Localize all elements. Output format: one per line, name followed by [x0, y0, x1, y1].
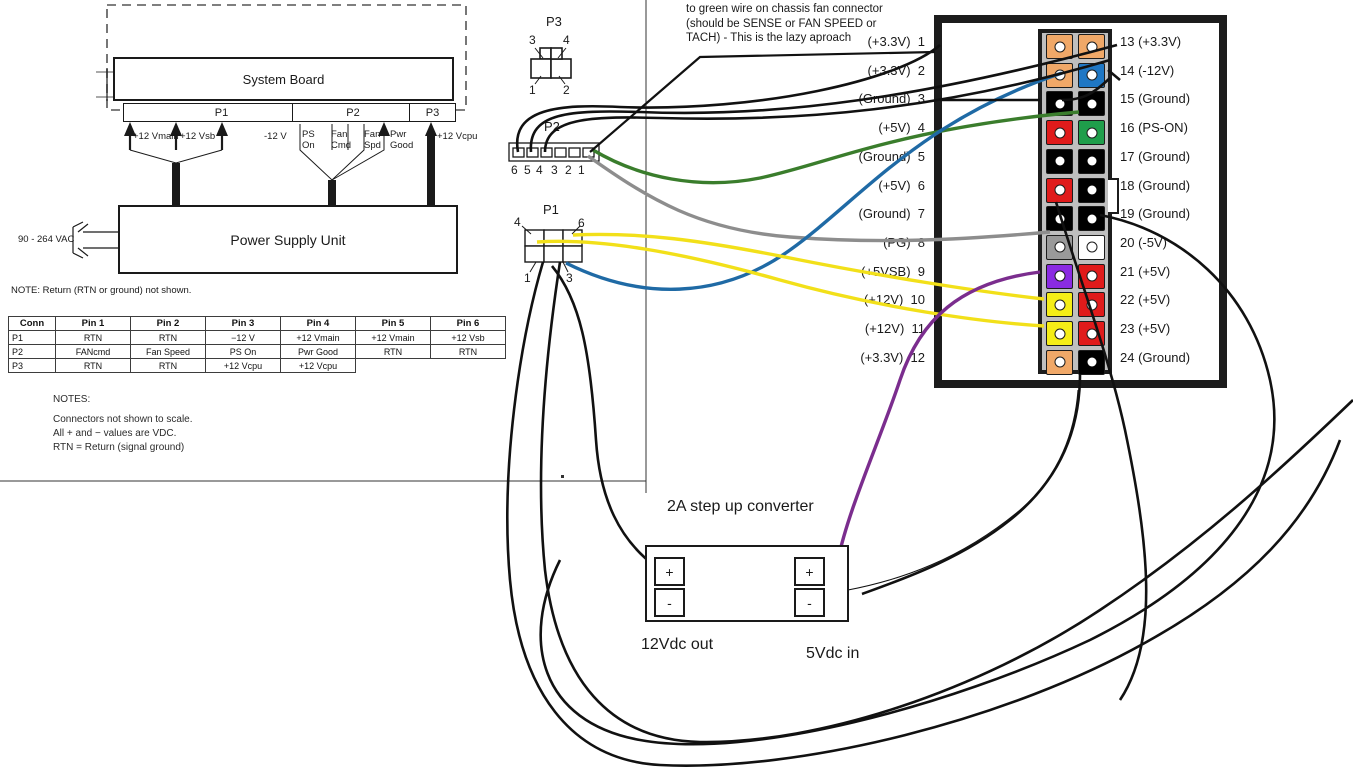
converter-output-minus-pad[interactable]: - [654, 588, 685, 617]
wire-black-24-to-conv-minus [861, 373, 1082, 596]
converter-output-plus-pad[interactable]: + [654, 557, 685, 586]
wire-yellow-12v-b [536, 239, 1045, 328]
wire-black-conv-plus-to-p1 [550, 265, 656, 568]
wire-purple-5vsb [836, 270, 1041, 561]
annotation-leader [589, 50, 936, 153]
wire-black-7-down [1054, 201, 1148, 701]
diagram-canvas: System Board P1 P2 P3 +12 Vmain +12 Vsb … [0, 0, 1353, 771]
wire-black-p2-loop-b [529, 43, 1118, 153]
wiring-layer [506, 43, 1353, 767]
wire-black-loop-ground-19 [539, 213, 1276, 746]
wire-green-ps-on [592, 110, 1080, 185]
converter-output-label: 12Vdc out [641, 636, 714, 653]
converter-input-plus-pad[interactable]: + [794, 557, 825, 586]
wire-black-bottom-loop-1 [506, 261, 1342, 767]
converter-input-label: 5Vdc in [806, 645, 860, 662]
wire-black-15 [1061, 77, 1111, 102]
wire-black-bottom-loop-2 [539, 261, 1353, 744]
wire-thin-return [847, 389, 1079, 591]
converter-input-minus-pad[interactable]: - [794, 588, 825, 617]
wire-black-group [506, 43, 1353, 767]
converter-title: 2A step up converter [667, 498, 814, 515]
